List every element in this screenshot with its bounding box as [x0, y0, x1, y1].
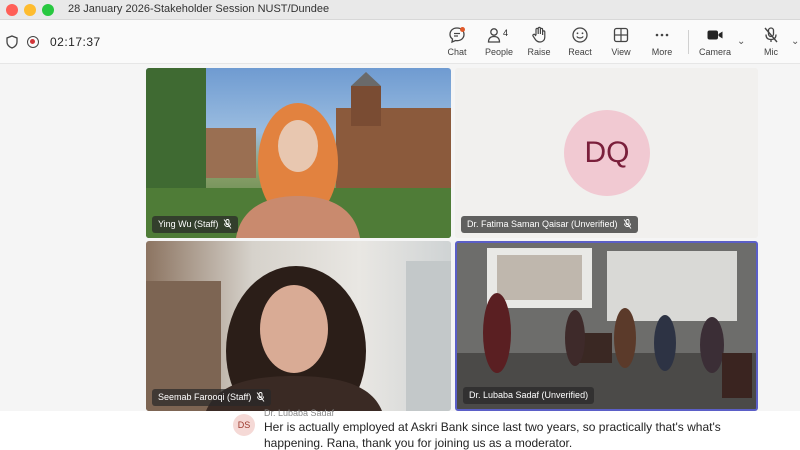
mic-muted-icon — [224, 219, 232, 229]
people-icon — [487, 28, 501, 43]
meeting-window: 28 January 2026-Stakeholder Session NUST… — [0, 0, 800, 450]
unread-indicator — [460, 27, 465, 32]
participant-name-pill: Ying Wu (Staff) — [152, 216, 239, 233]
maximize-window-button[interactable] — [42, 4, 54, 16]
participant-tile-seemab-farooqi[interactable]: Seemab Farooqi (Staff) — [146, 241, 451, 411]
chat-label: Chat — [447, 47, 467, 57]
recording-icon — [27, 36, 39, 48]
participant-name-pill: Dr. Fatima Saman Qaisar (Unverified) — [461, 216, 638, 233]
participant-avatar: DQ — [564, 110, 650, 196]
grid-icon — [613, 27, 629, 43]
camera-button[interactable]: Camera — [695, 24, 735, 60]
participant-name-pill: Dr. Lubaba Sadaf (Unverified) — [463, 387, 595, 404]
title-bar: 28 January 2026-Stakeholder Session NUST… — [0, 0, 800, 20]
raise-label: Raise — [527, 47, 551, 57]
video-feed — [146, 68, 451, 238]
people-label: People — [484, 47, 514, 57]
more-label: More — [651, 47, 673, 57]
mic-muted-icon — [257, 392, 265, 402]
caption-text: Her is actually employed at Askri Bank s… — [264, 420, 721, 450]
meeting-timer: 02:17:37 — [50, 35, 101, 49]
meeting-toolbar: 02:17:37 Chat 4 People Raise React View … — [0, 20, 800, 64]
caption-speaker-name: Dr. Lubaba Sadaf — [264, 408, 335, 418]
participant-name-pill: Seemab Farooqi (Staff) — [152, 389, 272, 406]
view-label: View — [611, 47, 631, 57]
more-icon — [655, 33, 669, 37]
view-button[interactable]: View — [601, 24, 641, 60]
caption-speaker-avatar: DS — [233, 414, 255, 436]
participant-name: Dr. Lubaba Sadaf (Unverified) — [469, 390, 589, 400]
video-feed — [457, 243, 756, 409]
people-count: 4 — [503, 28, 509, 38]
participant-tile-fatima-saman-qaisar[interactable]: DQ Dr. Fatima Saman Qaisar (Unverified) — [455, 68, 758, 238]
hand-icon — [532, 26, 546, 43]
camera-options-chevron-icon[interactable]: ⌄ — [737, 36, 745, 47]
react-label: React — [568, 47, 592, 57]
chat-button[interactable]: Chat — [437, 24, 477, 60]
participant-name: Seemab Farooqi (Staff) — [158, 392, 252, 402]
mic-label: Mic — [764, 47, 778, 57]
people-button[interactable]: 4 People — [479, 24, 519, 60]
close-window-button[interactable] — [6, 4, 18, 16]
window-title: 28 January 2026-Stakeholder Session NUST… — [68, 3, 330, 15]
participant-name: Ying Wu (Staff) — [158, 219, 219, 229]
react-button[interactable]: React — [560, 24, 600, 60]
participant-tile-ying-wu[interactable]: Ying Wu (Staff) — [146, 68, 451, 238]
participant-name: Dr. Fatima Saman Qaisar (Unverified) — [467, 219, 618, 229]
shield-icon[interactable] — [6, 35, 18, 49]
live-caption-panel: Dr. Lubaba Sadaf DS Her is actually empl… — [0, 408, 800, 450]
camera-label: Camera — [698, 47, 731, 57]
mic-options-chevron-icon[interactable]: ⌄ — [791, 36, 799, 47]
minimize-window-button[interactable] — [24, 4, 36, 16]
smiley-icon — [572, 27, 588, 43]
more-button[interactable]: More — [642, 24, 682, 60]
raise-hand-button[interactable]: Raise — [519, 24, 559, 60]
mic-muted-icon — [764, 27, 778, 43]
camera-icon — [707, 30, 723, 40]
toolbar-divider — [688, 30, 689, 54]
participant-tile-lubaba-sadaf[interactable]: Dr. Lubaba Sadaf (Unverified) — [455, 241, 758, 411]
video-feed — [146, 261, 451, 411]
mic-button[interactable]: Mic — [751, 24, 791, 60]
mic-muted-icon — [623, 219, 631, 229]
